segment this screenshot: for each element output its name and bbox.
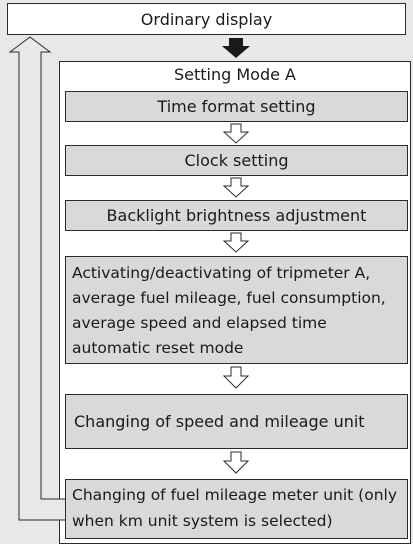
return-loop-arrow-icon [8, 36, 65, 521]
step-speed-unit: Changing of speed and mileage unit [65, 394, 408, 449]
step-fuel-mileage-unit-label: Changing of fuel mileage meter unit (onl… [72, 486, 398, 530]
solid-down-arrow-icon [222, 38, 250, 58]
step-tripmeter-reset-label: Activating/deactivating of tripmeter A, … [72, 264, 386, 357]
step-speed-unit-label: Changing of speed and mileage unit [74, 412, 365, 431]
step-time-format: Time format setting [65, 91, 408, 122]
ordinary-display-box: Ordinary display [7, 3, 406, 35]
step-fuel-mileage-unit: Changing of fuel mileage meter unit (onl… [65, 479, 408, 539]
ordinary-display-label: Ordinary display [140, 9, 273, 29]
step-clock-setting-label: Clock setting [184, 151, 289, 170]
step-backlight-label: Backlight brightness adjustment [106, 206, 367, 225]
step-backlight: Backlight brightness adjustment [65, 200, 408, 231]
step-tripmeter-reset: Activating/deactivating of tripmeter A, … [65, 256, 408, 364]
setting-mode-title: Setting Mode A [174, 65, 296, 84]
step-time-format-label: Time format setting [157, 97, 316, 116]
step-clock-setting: Clock setting [65, 145, 408, 176]
